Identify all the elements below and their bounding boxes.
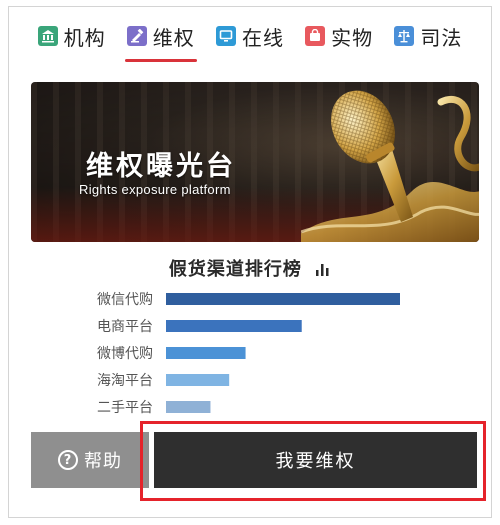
- counterfeit-channel-chart: 微信代购电商平台微博代购海淘平台二手平台: [97, 292, 400, 416]
- microphone-illustration: [301, 90, 479, 242]
- tab-product[interactable]: 实物: [305, 16, 373, 56]
- app-frame: 机构 维权 在线 实物 司法 维权曝光台 Rights exposure pla…: [8, 6, 492, 518]
- help-button[interactable]: ? 帮助: [31, 432, 149, 488]
- justice-icon: [394, 26, 415, 46]
- banner-subtitle: Rights exposure platform: [79, 182, 231, 197]
- bar-4: [166, 374, 230, 386]
- category-label: 电商平台: [97, 319, 153, 335]
- ranking-title: 假货渠道排行榜: [9, 255, 491, 281]
- product-icon: [305, 26, 326, 46]
- bar-3: [166, 347, 246, 359]
- bar-chart-icon: [316, 264, 329, 276]
- help-icon: ?: [58, 450, 78, 470]
- bar-1: [166, 293, 400, 305]
- help-label: 帮助: [84, 451, 122, 472]
- category-label: 微信代购: [97, 292, 153, 308]
- category-label: 微博代购: [97, 345, 153, 362]
- category-tabs: 机构 维权 在线 实物 司法: [9, 7, 491, 65]
- rights-icon: [126, 26, 147, 46]
- tab-label: 维权: [152, 25, 195, 50]
- ranking-title-text: 假货渠道排行榜: [168, 259, 302, 280]
- tab-label: 司法: [420, 25, 463, 50]
- bar-5: [166, 401, 211, 413]
- report-rights-label: 我要维权: [275, 451, 356, 472]
- report-rights-button[interactable]: 我要维权: [154, 432, 477, 488]
- tab-label: 在线: [241, 25, 284, 50]
- online-icon: [215, 26, 236, 46]
- category-label: 海淘平台: [97, 373, 153, 389]
- tab-online[interactable]: 在线: [215, 16, 284, 56]
- tab-label: 机构: [63, 25, 106, 50]
- rights-exposure-banner[interactable]: 维权曝光台 Rights exposure platform: [31, 82, 479, 242]
- tab-label: 实物: [331, 25, 374, 50]
- category-label: 二手平台: [97, 400, 153, 416]
- institution-icon: [37, 26, 58, 46]
- bar-2: [166, 320, 302, 332]
- tab-justice[interactable]: 司法: [394, 16, 462, 56]
- tab-rights[interactable]: 维权: [124, 16, 197, 62]
- banner-title: 维权曝光台: [86, 151, 236, 182]
- tab-institution[interactable]: 机构: [37, 16, 106, 56]
